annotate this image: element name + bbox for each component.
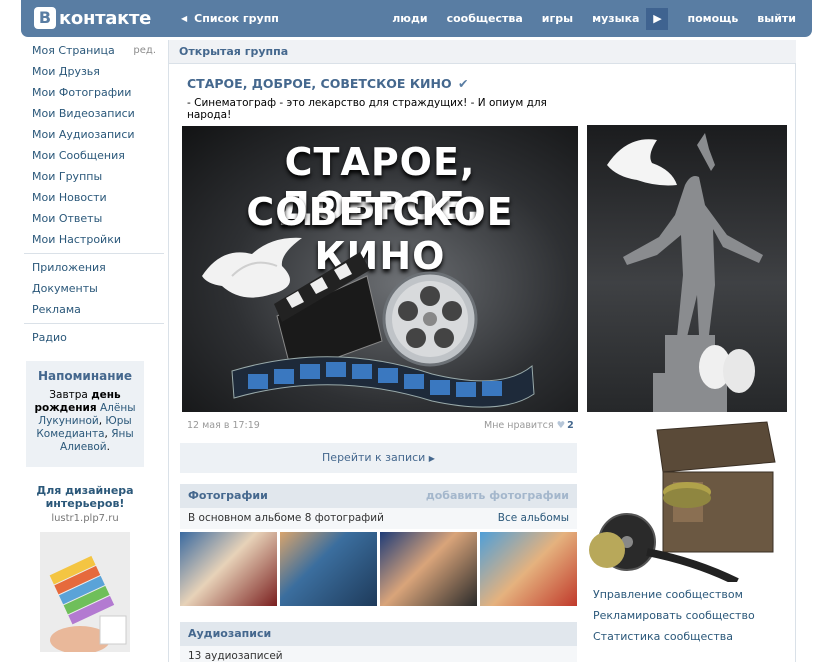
advertise-community-link[interactable]: Рекламировать сообщество xyxy=(593,609,755,622)
menu-news[interactable]: Мои Новости xyxy=(24,187,164,208)
audio-count: 13 аудиозаписей xyxy=(188,650,283,662)
photos-header[interactable]: Фотографии добавить фотографии xyxy=(180,484,577,508)
ad-image[interactable] xyxy=(40,532,130,652)
birthday-reminder: Напоминание Завтра день рождения Алёны Л… xyxy=(26,361,144,467)
nav-logout[interactable]: выйти xyxy=(757,12,796,25)
chevron-right-icon: ▶ xyxy=(428,454,435,463)
post-image[interactable]: СТАРОЕ, ДОБРОЕ, СОВЕТСКОЕ КИНО xyxy=(182,126,578,412)
add-photos-link[interactable]: добавить фотографии xyxy=(426,484,569,508)
menu-messages[interactable]: Мои Сообщения xyxy=(24,145,164,166)
heart-icon: ♥ xyxy=(556,420,566,431)
menu-answers[interactable]: Мои Ответы xyxy=(24,208,164,229)
chevron-left-icon: ◀ xyxy=(181,14,188,23)
group-page: Открытая группа СТАРОЕ, ДОБРОЕ, СОВЕТСКО… xyxy=(168,40,796,662)
all-albums-link[interactable]: Все альбомы xyxy=(498,508,569,529)
goto-post-label: Перейти к записи xyxy=(322,451,426,464)
ad-site: lustr1.plp7.ru xyxy=(51,513,119,524)
logo-text: контакте xyxy=(59,7,152,29)
color-swatches-illustration xyxy=(40,532,130,652)
film-reel-illustration xyxy=(202,237,535,408)
back-to-groups-link[interactable]: ◀ Список групп xyxy=(181,0,279,37)
photos-title: Фотографии xyxy=(188,489,268,502)
reminder-text-part: Завтра xyxy=(49,389,92,401)
reminder-title: Напоминание xyxy=(37,369,133,383)
reminder-text: Завтра день рождения Алёны Лукуниной, Юр… xyxy=(32,389,138,454)
photo-thumb[interactable] xyxy=(280,532,377,606)
menu-photos[interactable]: Мои Фотографии xyxy=(24,82,164,103)
ad-title[interactable]: Для дизайнера интерьеров! xyxy=(26,484,144,510)
audio-player-play-icon[interactable]: ▶ xyxy=(646,7,669,30)
menu-settings[interactable]: Мои Настройки xyxy=(24,229,164,250)
menu-apps[interactable]: Приложения xyxy=(24,257,164,278)
left-menu: Моя Страница ред. Мои Друзья Мои Фотогра… xyxy=(24,40,164,348)
nav-games[interactable]: игры xyxy=(542,12,573,25)
audio-title: Аудиозаписи xyxy=(188,627,272,640)
group-title: СТАРОЕ, ДОБРОЕ, СОВЕТСКОЕ КИНО xyxy=(187,76,452,91)
back-label: Список групп xyxy=(194,12,279,25)
photos-count: В основном альбоме 8 фотографий xyxy=(188,512,384,524)
community-stats-link[interactable]: Статистика сообщества xyxy=(593,630,733,643)
menu-divider xyxy=(24,323,164,324)
edit-link[interactable]: ред. xyxy=(133,40,156,61)
menu-my-page[interactable]: Моя Страница ред. xyxy=(24,40,164,61)
menu-audio[interactable]: Мои Аудиозаписи xyxy=(24,124,164,145)
manage-community-link[interactable]: Управление сообществом xyxy=(593,588,743,601)
group-avatar[interactable] xyxy=(587,125,787,412)
photo-grid xyxy=(180,532,577,606)
menu-divider xyxy=(24,253,164,254)
menu-videos[interactable]: Мои Видеозаписи xyxy=(24,103,164,124)
menu-groups[interactable]: Мои Группы xyxy=(24,166,164,187)
audio-header[interactable]: Аудиозаписи xyxy=(180,622,577,646)
top-nav: люди сообщества игры музыка ▶ помощь вый… xyxy=(373,0,796,37)
goto-post-button[interactable]: Перейти к записи ▶ xyxy=(180,443,577,473)
like-label: Мне нравится xyxy=(484,420,554,431)
photo-thumb[interactable] xyxy=(380,532,477,606)
like-count: 2 xyxy=(567,420,574,431)
nav-people[interactable]: люди xyxy=(392,12,427,25)
audio-subheader: 13 аудиозаписей xyxy=(180,646,577,662)
statue-illustration xyxy=(607,133,763,412)
page-title: СТАРОЕ, ДОБРОЕ, СОВЕТСКОЕ КИНО ✔ xyxy=(187,76,468,91)
nav-communities[interactable]: сообщества xyxy=(447,12,523,25)
photo-thumb[interactable] xyxy=(480,532,577,606)
vk-logo-icon: В xyxy=(34,7,56,29)
nav-help[interactable]: помощь xyxy=(687,12,738,25)
chest-illustration xyxy=(587,412,787,586)
like-button[interactable]: Мне нравится ♥ 2 xyxy=(484,420,574,431)
menu-radio[interactable]: Радио xyxy=(24,327,164,348)
menu-friends[interactable]: Мои Друзья xyxy=(24,61,164,82)
group-type-label: Открытая группа xyxy=(169,40,796,64)
menu-documents[interactable]: Документы xyxy=(24,278,164,299)
post-date[interactable]: 12 мая в 17:19 xyxy=(187,420,260,431)
top-header: В контакте ◀ Список групп люди сообществ… xyxy=(21,0,812,37)
nav-music[interactable]: музыка xyxy=(592,12,639,25)
photos-subheader: В основном альбоме 8 фотографий Все альб… xyxy=(180,508,577,529)
menu-ads[interactable]: Реклама xyxy=(24,299,164,320)
photo-thumb[interactable] xyxy=(180,532,277,606)
menu-label: Моя Страница xyxy=(32,44,115,57)
film-chest-icon xyxy=(589,421,776,586)
verified-icon: ✔ xyxy=(457,76,469,91)
reminder-text-part: . xyxy=(106,441,110,453)
ad-block[interactable]: Для дизайнера интерьеров! lustr1.plp7.ru xyxy=(26,484,144,652)
vk-logo[interactable]: В контакте xyxy=(34,5,151,31)
